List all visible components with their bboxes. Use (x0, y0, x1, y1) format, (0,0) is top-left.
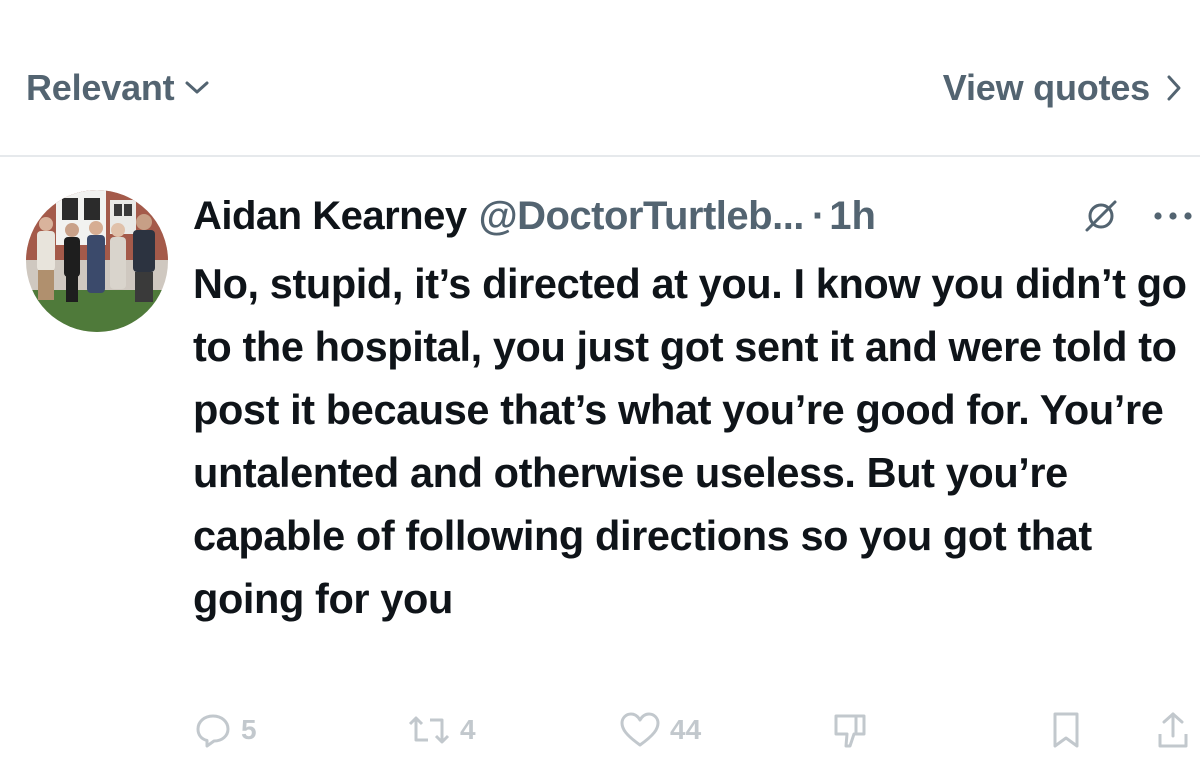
author-name[interactable]: Aidan Kearney (193, 194, 467, 239)
view-quotes-button[interactable]: View quotes (943, 64, 1182, 112)
share-icon (1158, 712, 1188, 748)
reply-button[interactable]: 5 (193, 702, 257, 758)
dislike-icon (834, 714, 866, 748)
repost-icon (408, 716, 450, 744)
chevron-right-icon (1167, 75, 1181, 101)
tweet-header: Aidan Kearney @DoctorTurtleb... · 1h (193, 188, 1200, 244)
timestamp[interactable]: 1h (829, 194, 876, 239)
separator-dot: · (811, 193, 826, 238)
reply-count: 5 (241, 714, 257, 745)
sort-label: Relevant (26, 67, 175, 108)
more-icon[interactable] (1153, 210, 1193, 222)
grok-icon[interactable] (1083, 198, 1119, 234)
chevron-down-icon (185, 81, 209, 94)
reply-icon (196, 714, 230, 748)
avatar-photo (26, 190, 168, 332)
sort-dropdown[interactable]: Relevant (26, 64, 210, 112)
bookmark-icon (1053, 712, 1079, 748)
tweet-text: No, stupid, it’s directed at you. I know… (193, 260, 1187, 622)
tweet-actions: 5 4 44 (193, 702, 1200, 758)
like-icon (620, 712, 660, 747)
dislike-button[interactable] (830, 702, 870, 758)
avatar[interactable] (26, 190, 168, 332)
repost-button[interactable]: 4 (406, 702, 476, 758)
view-quotes-label: View quotes (942, 67, 1150, 108)
author-handle[interactable]: @DoctorTurtleb... (479, 194, 805, 239)
like-count: 44 (670, 714, 702, 745)
like-button[interactable]: 44 (618, 702, 701, 758)
share-button[interactable] (1155, 702, 1191, 758)
replies-top-bar: Relevant View quotes (0, 0, 1200, 157)
divider (0, 155, 1200, 157)
repost-count: 4 (460, 714, 476, 745)
bookmark-button[interactable] (1048, 702, 1084, 758)
